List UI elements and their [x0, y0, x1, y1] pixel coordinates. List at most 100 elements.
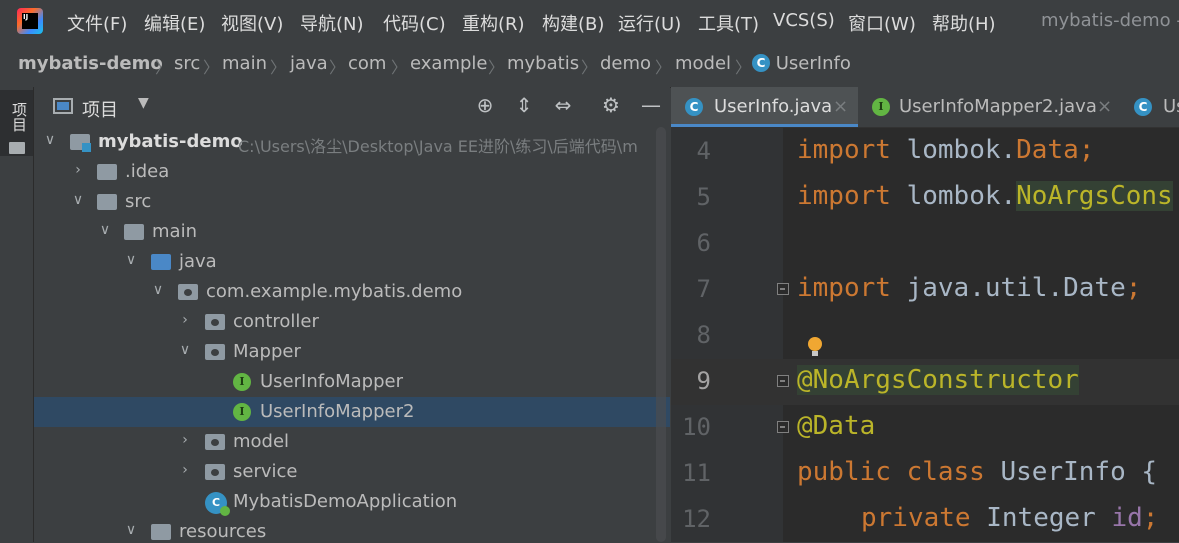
spring-boot-class-icon: C — [205, 492, 230, 516]
menu-code[interactable]: 代码(C) — [383, 10, 446, 36]
breadcrumb-item-project[interactable]: mybatis-demo — [18, 53, 163, 74]
hide-icon[interactable]: — — [638, 93, 664, 117]
tab-userinfomapper2[interactable]: I UserInfoMapper2.java × — [859, 87, 1119, 127]
tree-item-label: UserInfoMapper — [260, 371, 403, 392]
code-line[interactable]: 8 — [671, 313, 1179, 359]
tree-row-mapper[interactable]: ∨ Mapper — [34, 337, 670, 367]
tree-row-controller[interactable]: › controller — [34, 307, 670, 337]
tree-row-resources[interactable]: ∨ resources — [34, 517, 670, 542]
code-line[interactable]: 5 import lombok.NoArgsCons — [671, 175, 1179, 221]
breadcrumb-item-mybatis[interactable]: mybatis — [507, 53, 579, 74]
code-line[interactable]: 4 import lombok.Data; — [671, 129, 1179, 175]
project-panel-title[interactable]: 项目 — [82, 96, 118, 122]
chevron-down-icon[interactable]: ∨ — [42, 132, 58, 148]
menu-help[interactable]: 帮助(H) — [932, 10, 996, 36]
tree-scrollbar[interactable] — [656, 127, 666, 542]
breadcrumb-separator-icon: 〉 — [329, 58, 346, 77]
locate-icon[interactable]: ⊕ — [472, 93, 498, 117]
tab-label: UserInfoMapper2.java — [899, 96, 1097, 117]
lightbulb-icon[interactable] — [808, 337, 822, 356]
menu-navigate[interactable]: 导航(N) — [300, 10, 364, 36]
menu-refactor[interactable]: 重构(R) — [462, 10, 525, 36]
line-number: 4 — [696, 137, 711, 165]
package-icon — [205, 434, 225, 450]
code-line[interactable]: 6 — [671, 221, 1179, 267]
menu-run[interactable]: 运行(U) — [618, 10, 681, 36]
breadcrumb-separator-icon: 〉 — [655, 58, 672, 77]
code-line-current[interactable]: 9 @NoArgsConstructor — [671, 359, 1179, 405]
line-number: 12 — [682, 505, 711, 533]
chevron-down-icon[interactable]: ∨ — [177, 342, 193, 358]
tree-row-userinfomapper[interactable]: I UserInfoMapper — [34, 367, 670, 397]
chevron-down-icon[interactable]: ∨ — [70, 192, 86, 208]
package-icon — [178, 284, 198, 300]
chevron-right-icon[interactable]: › — [177, 312, 193, 328]
tree-row-package[interactable]: ∨ com.example.mybatis.demo — [34, 277, 670, 307]
chevron-down-icon[interactable]: ∨ — [150, 282, 166, 298]
menu-view[interactable]: 视图(V) — [221, 10, 283, 36]
breadcrumb-item-userinfo[interactable]: C UserInfo — [752, 53, 851, 74]
chevron-down-icon[interactable]: ∨ — [123, 522, 139, 538]
breadcrumb-separator-icon: 〉 — [270, 58, 287, 77]
fold-icon[interactable] — [777, 375, 789, 387]
tab-userinfo[interactable]: C UserInfo.java × — [671, 87, 858, 127]
breadcrumb-separator-icon: 〉 — [735, 58, 752, 77]
chevron-right-icon[interactable]: › — [177, 462, 193, 478]
chevron-down-icon[interactable]: ∨ — [123, 252, 139, 268]
interface-icon: I — [233, 373, 251, 391]
tree-row-idea[interactable]: › .idea — [34, 157, 670, 187]
tree-row-application[interactable]: C MybatisDemoApplication — [34, 487, 670, 517]
tab-userinfo-other[interactable]: C Us — [1120, 87, 1179, 127]
code-line[interactable]: 10 @Data — [671, 405, 1179, 451]
breadcrumb-item-example[interactable]: example — [410, 53, 487, 74]
code-text: import lombok.NoArgsCons — [797, 181, 1173, 211]
breadcrumb-separator-icon: 〉 — [155, 58, 172, 77]
menu-build[interactable]: 构建(B) — [542, 10, 604, 36]
chevron-down-icon[interactable]: ∨ — [97, 222, 113, 238]
package-icon — [205, 464, 225, 480]
menu-window[interactable]: 窗口(W) — [848, 10, 916, 36]
close-icon[interactable]: × — [833, 96, 848, 117]
line-number: 8 — [696, 321, 711, 349]
menu-vcs[interactable]: VCS(S) — [773, 10, 835, 31]
intellij-logo-icon[interactable]: IJ — [17, 8, 43, 34]
breadcrumb-item-java[interactable]: java — [290, 53, 328, 74]
breadcrumb-item-src[interactable]: src — [174, 53, 200, 74]
fold-icon[interactable] — [777, 421, 789, 433]
fold-icon[interactable] — [777, 283, 789, 295]
collapse-all-icon[interactable]: ⇔ — [550, 93, 576, 117]
expand-all-icon[interactable]: ⇕ — [511, 93, 537, 117]
close-icon[interactable]: × — [1097, 96, 1112, 117]
tree-item-label: java — [179, 251, 217, 272]
tree-row-userinfomapper2[interactable]: I UserInfoMapper2 — [34, 397, 670, 427]
tree-row-service[interactable]: › service — [34, 457, 670, 487]
breadcrumb-item-demo[interactable]: demo — [600, 53, 651, 74]
breadcrumb-item-model[interactable]: model — [675, 53, 731, 74]
tree-row-project[interactable]: ∨ mybatis-demo C:\Users\洛尘\Desktop\Java … — [34, 127, 670, 157]
tree-item-label: MybatisDemoApplication — [233, 491, 458, 512]
code-line[interactable]: 12 private Integer id; — [671, 497, 1179, 543]
menu-tools[interactable]: 工具(T) — [698, 10, 759, 36]
chevron-right-icon[interactable]: › — [70, 162, 86, 178]
settings-icon[interactable]: ⚙ — [598, 93, 624, 117]
menu-edit[interactable]: 编辑(E) — [144, 10, 205, 36]
chevron-right-icon[interactable]: › — [177, 432, 193, 448]
code-line[interactable]: 7 import java.util.Date; — [671, 267, 1179, 313]
folder-icon — [124, 224, 144, 240]
menu-file[interactable]: 文件(F) — [67, 10, 127, 36]
code-text: private Integer id; — [861, 503, 1159, 533]
breadcrumb-item-com[interactable]: com — [348, 53, 386, 74]
code-text: import lombok.Data; — [797, 135, 1095, 165]
tree-row-model[interactable]: › model — [34, 427, 670, 457]
breadcrumb: mybatis-demo 〉 src 〉 main 〉 java 〉 com 〉… — [0, 43, 1179, 88]
tree-row-main[interactable]: ∨ main — [34, 217, 670, 247]
tree-row-java[interactable]: ∨ java — [34, 247, 670, 277]
code-line[interactable]: 11 public class UserInfo { — [671, 451, 1179, 497]
chevron-down-icon[interactable]: ▼ — [138, 95, 149, 111]
tree-item-label: controller — [233, 311, 319, 332]
tree-item-label: Mapper — [233, 341, 301, 362]
tree-row-src[interactable]: ∨ src — [34, 187, 670, 217]
project-tool-tab[interactable]: 项目 — [0, 90, 33, 156]
window-title: mybatis-demo - — [1041, 10, 1179, 31]
breadcrumb-item-main[interactable]: main — [222, 53, 267, 74]
